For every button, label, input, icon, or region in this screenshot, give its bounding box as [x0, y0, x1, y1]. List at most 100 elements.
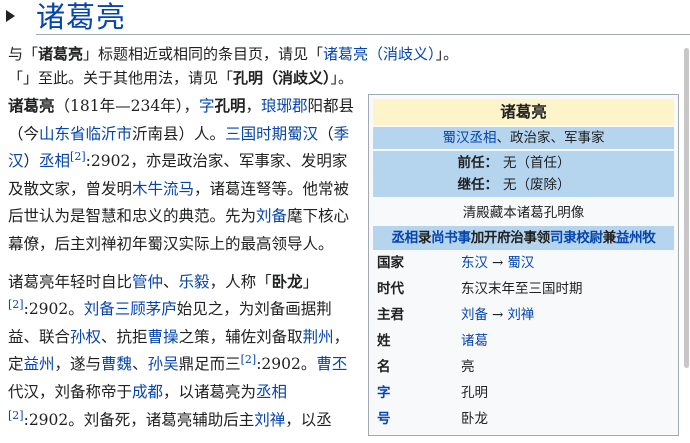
infobox-row-value: 东汉末年至三国时期 [461, 277, 583, 301]
wiki-link[interactable]: 司隶校尉 [550, 230, 603, 246]
wiki-link[interactable]: 孙权 [70, 328, 101, 346]
wiki-link[interactable]: 字 [199, 97, 215, 115]
infobox-value-text: 亮 [461, 359, 475, 375]
infobox-row: 时代 东汉末年至三国时期 [373, 277, 674, 301]
infobox-terms: 前任： 无（首任） 继任： 无（废除） [373, 151, 674, 197]
infobox-row-label: 姓 [377, 333, 391, 349]
wiki-link[interactable]: 益州牧 [616, 230, 656, 246]
body-text: ，遂与 [54, 355, 102, 374]
wiki-link[interactable]: 丞相 [39, 152, 70, 170]
body-text: 鼎足而三 [178, 355, 241, 374]
body-text: 之策，辅佐刘备取 [178, 327, 303, 346]
office-title: 丞相录尚书事加开府治事领司隶校尉兼益州牧 [373, 226, 674, 250]
wiki-link[interactable]: 刘禅 [254, 411, 285, 429]
infobox-value-text: 卧龙 [461, 411, 488, 427]
wiki-link[interactable]: 曹操 [148, 328, 179, 346]
hatnote-text: 」。 [435, 45, 459, 63]
hatnote-line-2: 「」至此。关于其他用法，请见「孔明（消歧义）」。 [8, 66, 688, 90]
wiki-link[interactable]: 山东省 [39, 125, 86, 143]
lead-paragraph-1: 诸葛亮（181年—234年），字孔明，琅琊郡阳都县（今山东省临沂市沂南县）人。三… [8, 92, 358, 259]
body-text: :2902 [85, 152, 131, 171]
wiki-link[interactable]: 丞相 [391, 230, 418, 246]
hatnote-text: 」至此。关于其他用法，请见「 [23, 69, 234, 87]
infobox-row-value: 东汉 → 蜀汉 [461, 251, 534, 275]
body-text: 、 [163, 272, 179, 291]
wiki-link[interactable]: 木牛流马 [132, 180, 194, 198]
citation-link[interactable]: [2] [8, 298, 24, 311]
citation-link[interactable]: [2] [70, 150, 86, 163]
collapse-triangle-icon[interactable] [6, 10, 15, 22]
wiki-link[interactable]: 乐毅 [179, 273, 210, 291]
body-text: 」 [302, 272, 319, 291]
lead-paragraph-2: 诸葛亮年轻时自比管仲、乐毅，人称「卧龙」[2]:2902。刘备三顾茅庐始见之，为… [8, 268, 358, 435]
infobox-row: 主君 刘备 → 刘禅 [373, 303, 674, 327]
wiki-link[interactable]: 孙吴 [148, 355, 179, 373]
wiki-link[interactable]: 荆州 [303, 328, 334, 346]
citation-link[interactable]: [2] [8, 408, 24, 421]
wiki-link[interactable]: 刘备 [256, 207, 287, 225]
infobox-row-value: 刘备 → 刘禅 [461, 303, 534, 327]
infobox-row: 姓 诸葛 [373, 329, 674, 353]
wiki-link[interactable]: 曹丕 [316, 355, 347, 373]
infobox-value-link[interactable]: 蜀汉 [507, 255, 534, 271]
bold-text: 兼 [602, 230, 617, 246]
infobox-value-link[interactable]: 诸葛 [461, 333, 488, 349]
body-text: :2902。刘备死，诸葛亮辅助后主 [23, 410, 255, 429]
body-text: ，以丞 [285, 410, 332, 429]
body-text: ， [183, 97, 199, 115]
successor-label: 继任： [457, 177, 499, 193]
portrait-caption: 清殿藏本诸葛孔明像 [462, 205, 585, 221]
predecessor-value: 无（首任） [503, 155, 571, 171]
hatnote: 与「诸葛亮」标题相近或相同的条目页，请见「诸葛亮（消歧义）」。 「」至此。关于其… [8, 42, 688, 90]
infobox-row-label[interactable]: 号 [377, 407, 391, 431]
shu-chancellor-link[interactable]: 蜀汉丞相 [443, 130, 497, 146]
body-text: 诸葛亮年轻时自比 [8, 272, 133, 291]
body-text: ，人称「 [209, 272, 272, 291]
infobox-row: 名亮 [373, 355, 674, 379]
infobox-row: 字 孔明 [373, 381, 674, 405]
body-text: :2902。 [23, 300, 84, 319]
hatnote-text: 与「 [8, 45, 39, 63]
citation-link[interactable]: [2] [241, 353, 257, 366]
hatnote-term-kongming: 孔明（消歧义） [233, 69, 331, 87]
hatnote-term: 诸葛亮 [38, 45, 84, 63]
successor-row: 继任： 无（废除） [373, 174, 674, 196]
body-text: 、 [132, 355, 148, 374]
disambiguation-link[interactable]: 诸葛亮（消歧义） [323, 45, 436, 63]
wiki-link[interactable]: 曹魏 [101, 355, 132, 373]
wiki-link[interactable]: 管仲 [132, 273, 163, 291]
wiki-link[interactable]: 尚书事 [431, 230, 471, 246]
infobox-roles: 蜀汉丞相、政治家、军事家 [373, 127, 674, 149]
wiki-link[interactable]: 临沂市 [86, 125, 133, 143]
wiki-link[interactable]: 益州 [24, 355, 55, 373]
hatnote-text: 」标题相近或相同的条目页，请见「 [83, 45, 324, 63]
roles-text: 、政治家、军事家 [496, 130, 605, 146]
arrow-icon: → [492, 307, 504, 323]
wiki-link[interactable]: 三顾茅庐 [115, 300, 177, 318]
scrollbar[interactable] [682, 48, 690, 428]
infobox-row-label[interactable]: 字 [377, 381, 391, 405]
bold-text: 孔明 [214, 96, 246, 115]
infobox-value-link[interactable]: 东汉 [461, 255, 488, 271]
infobox-value-text: 东汉末年至三国时期 [461, 281, 583, 297]
infobox-value-link[interactable]: 刘禅 [507, 307, 534, 323]
infobox-title: 诸葛亮 [373, 99, 674, 125]
predecessor-row: 前任： 无（首任） [373, 152, 674, 174]
wiki-link[interactable]: 刘备 [84, 300, 115, 318]
infobox-row-label: 时代 [377, 281, 404, 297]
body-text: :2902。 [256, 355, 317, 374]
wiki-link[interactable]: 成都 [132, 383, 163, 401]
wiki-link[interactable]: 蜀汉 [287, 125, 318, 143]
body-text: 、抗拒 [101, 327, 148, 346]
infobox-value-link[interactable]: 刘备 [461, 307, 488, 323]
body-text: 沂南县）人。 [132, 124, 226, 143]
wiki-link[interactable]: 琅琊郡 [261, 97, 308, 115]
arrow-icon: → [492, 255, 504, 271]
scrollbar-thumb[interactable] [684, 48, 689, 368]
bold-text: 卧龙 [271, 271, 303, 291]
infobox-row: 号 卧龙 [373, 407, 674, 431]
hatnote-text: 」。 [330, 69, 354, 87]
wiki-link[interactable]: 丞相 [256, 383, 287, 401]
wiki-link[interactable]: 三国时期 [225, 125, 287, 143]
body-text: ，以诸葛亮为 [163, 382, 257, 401]
